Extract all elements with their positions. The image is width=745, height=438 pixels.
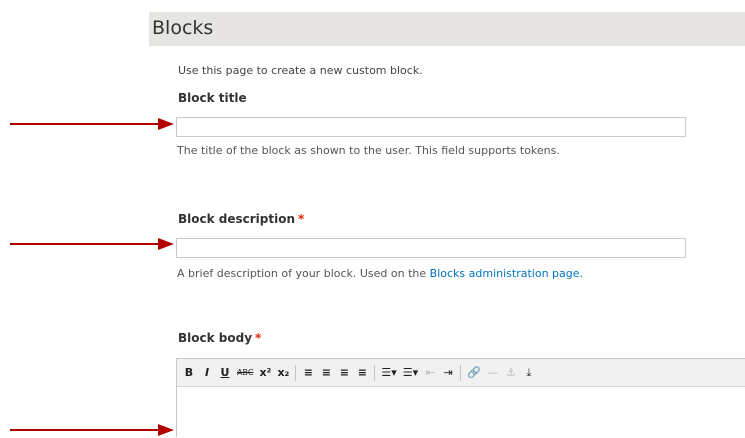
superscript-button[interactable]: x² bbox=[259, 364, 271, 382]
block-description-input[interactable] bbox=[176, 238, 686, 258]
page-header: Blocks bbox=[149, 12, 745, 46]
numbered-list-button[interactable]: ☰▾ bbox=[403, 364, 418, 382]
block-body-textarea[interactable] bbox=[177, 387, 745, 438]
toolbar-separator bbox=[374, 364, 376, 381]
align-right-button[interactable]: ≡ bbox=[338, 364, 350, 382]
required-marker: * bbox=[298, 212, 305, 226]
block-body-label-row: Block body * bbox=[178, 331, 261, 345]
toolbar-separator bbox=[295, 364, 297, 381]
block-body-label: Block body bbox=[178, 331, 253, 345]
subscript-button[interactable]: x₂ bbox=[277, 364, 289, 382]
bold-button[interactable]: B bbox=[183, 364, 195, 382]
bulleted-list-button[interactable]: ☰▾ bbox=[381, 364, 396, 382]
block-description-label: Block description bbox=[178, 212, 296, 226]
image-button[interactable]: ⤓ bbox=[523, 364, 535, 382]
anchor-button[interactable]: ⚓ bbox=[505, 364, 517, 382]
block-description-help-text: A brief description of your block. Used … bbox=[177, 267, 430, 280]
required-marker: * bbox=[255, 331, 262, 345]
underline-button[interactable]: U bbox=[219, 364, 231, 382]
block-description-label-row: Block description * bbox=[178, 212, 304, 226]
arrow-icon bbox=[10, 118, 174, 130]
page-title: Blocks bbox=[152, 17, 214, 39]
blocks-admin-link[interactable]: Blocks administration page. bbox=[430, 267, 583, 280]
unlink-button[interactable]: — bbox=[487, 364, 499, 382]
block-title-label: Block title bbox=[178, 91, 247, 105]
italic-button[interactable]: I bbox=[201, 364, 213, 382]
block-title-input[interactable] bbox=[176, 117, 686, 137]
intro-text: Use this page to create a new custom blo… bbox=[178, 64, 423, 77]
align-left-button[interactable]: ≡ bbox=[302, 364, 314, 382]
indent-button[interactable]: ⇥ bbox=[442, 364, 454, 382]
block-title-help: The title of the block as shown to the u… bbox=[177, 144, 560, 157]
outdent-button[interactable]: ⇤ bbox=[424, 364, 436, 382]
arrow-icon bbox=[10, 238, 174, 250]
arrow-icon bbox=[10, 424, 174, 436]
link-button[interactable]: 🔗 bbox=[467, 364, 481, 382]
align-justify-button[interactable]: ≡ bbox=[356, 364, 368, 382]
block-description-help: A brief description of your block. Used … bbox=[177, 267, 583, 280]
editor-toolbar: B I U ABC x² x₂ ≡ ≡ ≡ ≡ ☰▾ ☰▾ ⇤ ⇥ 🔗 — ⚓ … bbox=[177, 359, 745, 387]
toolbar-separator bbox=[460, 364, 462, 381]
strikethrough-button[interactable]: ABC bbox=[237, 364, 253, 382]
block-body-editor: B I U ABC x² x₂ ≡ ≡ ≡ ≡ ☰▾ ☰▾ ⇤ ⇥ 🔗 — ⚓ … bbox=[176, 358, 745, 438]
align-center-button[interactable]: ≡ bbox=[320, 364, 332, 382]
